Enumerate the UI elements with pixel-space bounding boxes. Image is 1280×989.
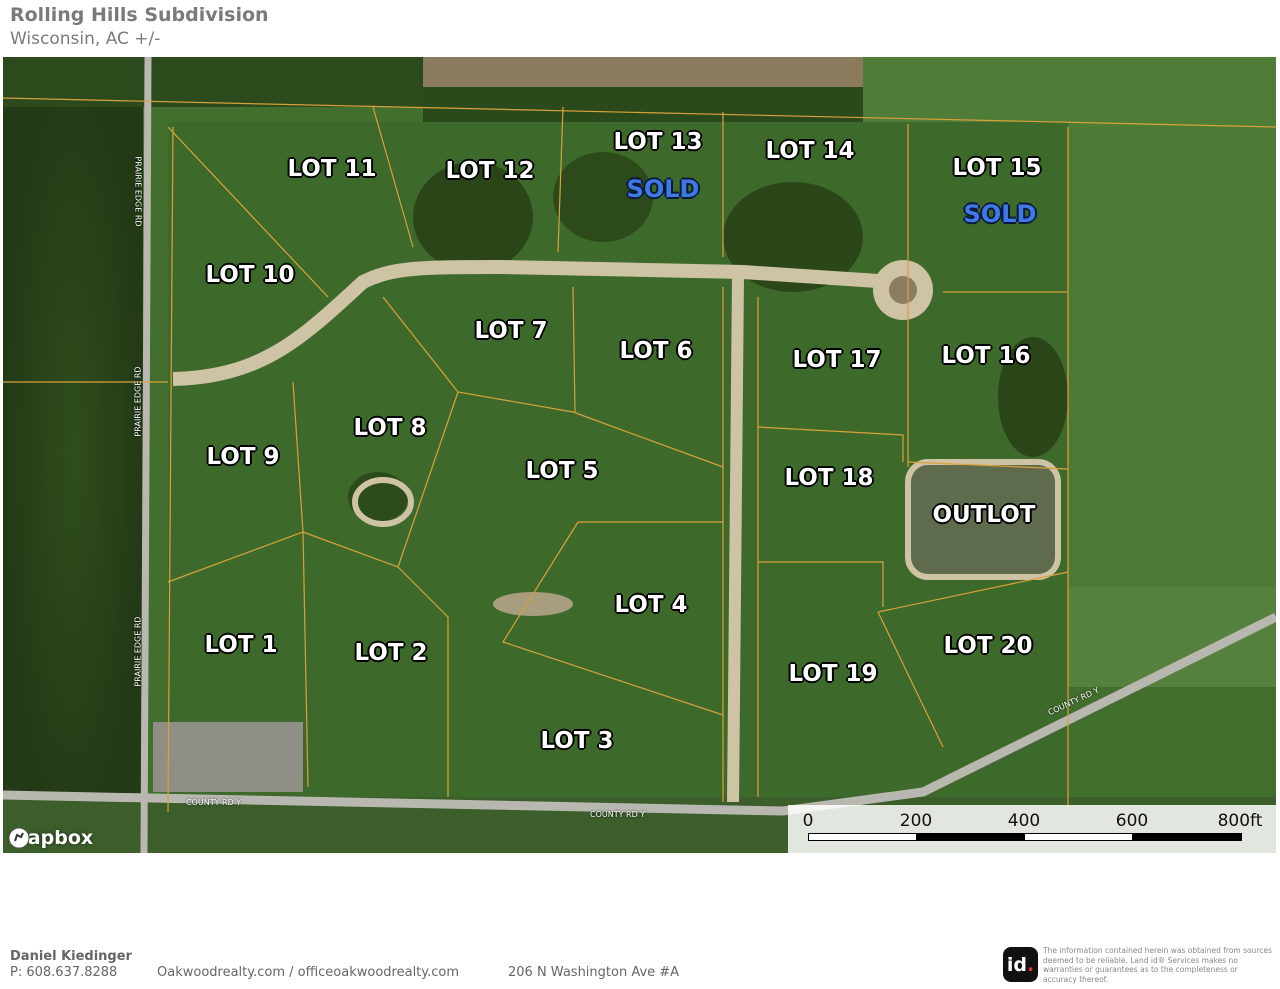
scale-label-400: 400 (1007, 811, 1041, 831)
lot-7-label[interactable]: LOT 7 (474, 318, 547, 344)
lot-15-sold-badge: SOLD (963, 200, 1037, 228)
map-subtitle: Wisconsin, AC +/- (10, 29, 161, 49)
mapbox-icon (8, 827, 30, 849)
county-rd-y-label-2: COUNTY RD Y (590, 810, 646, 819)
disclaimer-text: The information contained herein was obt… (1043, 946, 1272, 984)
scale-seg-1 (808, 833, 918, 841)
agent-website[interactable]: Oakwoodrealty.com / officeoakwoodrealty.… (157, 965, 459, 980)
lot-20-label[interactable]: LOT 20 (943, 633, 1032, 659)
agent-name: Daniel Kiedinger (10, 949, 132, 964)
scale-bar: 0 200 400 600 800ft (788, 805, 1276, 853)
lot-16-label[interactable]: LOT 16 (941, 343, 1030, 369)
outlot-label[interactable]: OUTLOT (933, 502, 1036, 528)
lot-5-label[interactable]: LOT 5 (525, 458, 598, 484)
scale-label-0: 0 (802, 811, 814, 831)
scale-label-200: 200 (899, 811, 933, 831)
map-title: Rolling Hills Subdivision (10, 4, 269, 26)
lot-11-label[interactable]: LOT 11 (287, 156, 376, 182)
prairie-edge-rd-label: PRAIRIE EDGE RD (133, 156, 143, 227)
lot-2-label[interactable]: LOT 2 (354, 640, 427, 666)
landid-logo-text: id (1006, 953, 1027, 976)
lot-13-label[interactable]: LOT 13 (613, 129, 702, 155)
scale-label-600: 600 (1115, 811, 1149, 831)
lot-12-label[interactable]: LOT 12 (445, 158, 534, 184)
prairie-edge-rd-label-2: PRAIRIE EDGE RD (133, 366, 143, 437)
lot-10-label[interactable]: LOT 10 (205, 262, 294, 288)
lot-1-label[interactable]: LOT 1 (204, 632, 277, 658)
lot-3-label[interactable]: LOT 3 (540, 728, 613, 754)
lot-13-sold-badge: SOLD (626, 175, 700, 203)
prairie-edge-rd-label-3: PRAIRIE EDGE RD (133, 616, 143, 687)
scale-label-800: 800ft (1217, 811, 1263, 831)
lot-4-label[interactable]: LOT 4 (614, 592, 687, 618)
lot-18-label[interactable]: LOT 18 (784, 465, 873, 491)
lot-9-label[interactable]: LOT 9 (206, 444, 279, 470)
lot-14-label[interactable]: LOT 14 (765, 138, 854, 164)
mapbox-logo[interactable]: mapbox (8, 827, 93, 849)
scale-seg-3 (1024, 833, 1134, 841)
lot-8-label[interactable]: LOT 8 (353, 415, 426, 441)
scale-seg-4 (1132, 833, 1242, 841)
agent-phone: P: 608.637.8288 (10, 965, 118, 980)
aerial-map[interactable]: LOT 11 LOT 12 LOT 13 LOT 14 LOT 15 LOT 1… (3, 57, 1276, 853)
lot-17-label[interactable]: LOT 17 (792, 347, 881, 373)
lot-15-label[interactable]: LOT 15 (952, 155, 1041, 181)
scale-seg-2 (916, 833, 1026, 841)
lot-19-label[interactable]: LOT 19 (788, 661, 877, 687)
agent-address: 206 N Washington Ave #A (508, 965, 680, 980)
county-rd-y-label: COUNTY RD Y (186, 798, 242, 807)
lot-6-label[interactable]: LOT 6 (619, 338, 692, 364)
landid-logo-icon: id. (1003, 947, 1038, 982)
